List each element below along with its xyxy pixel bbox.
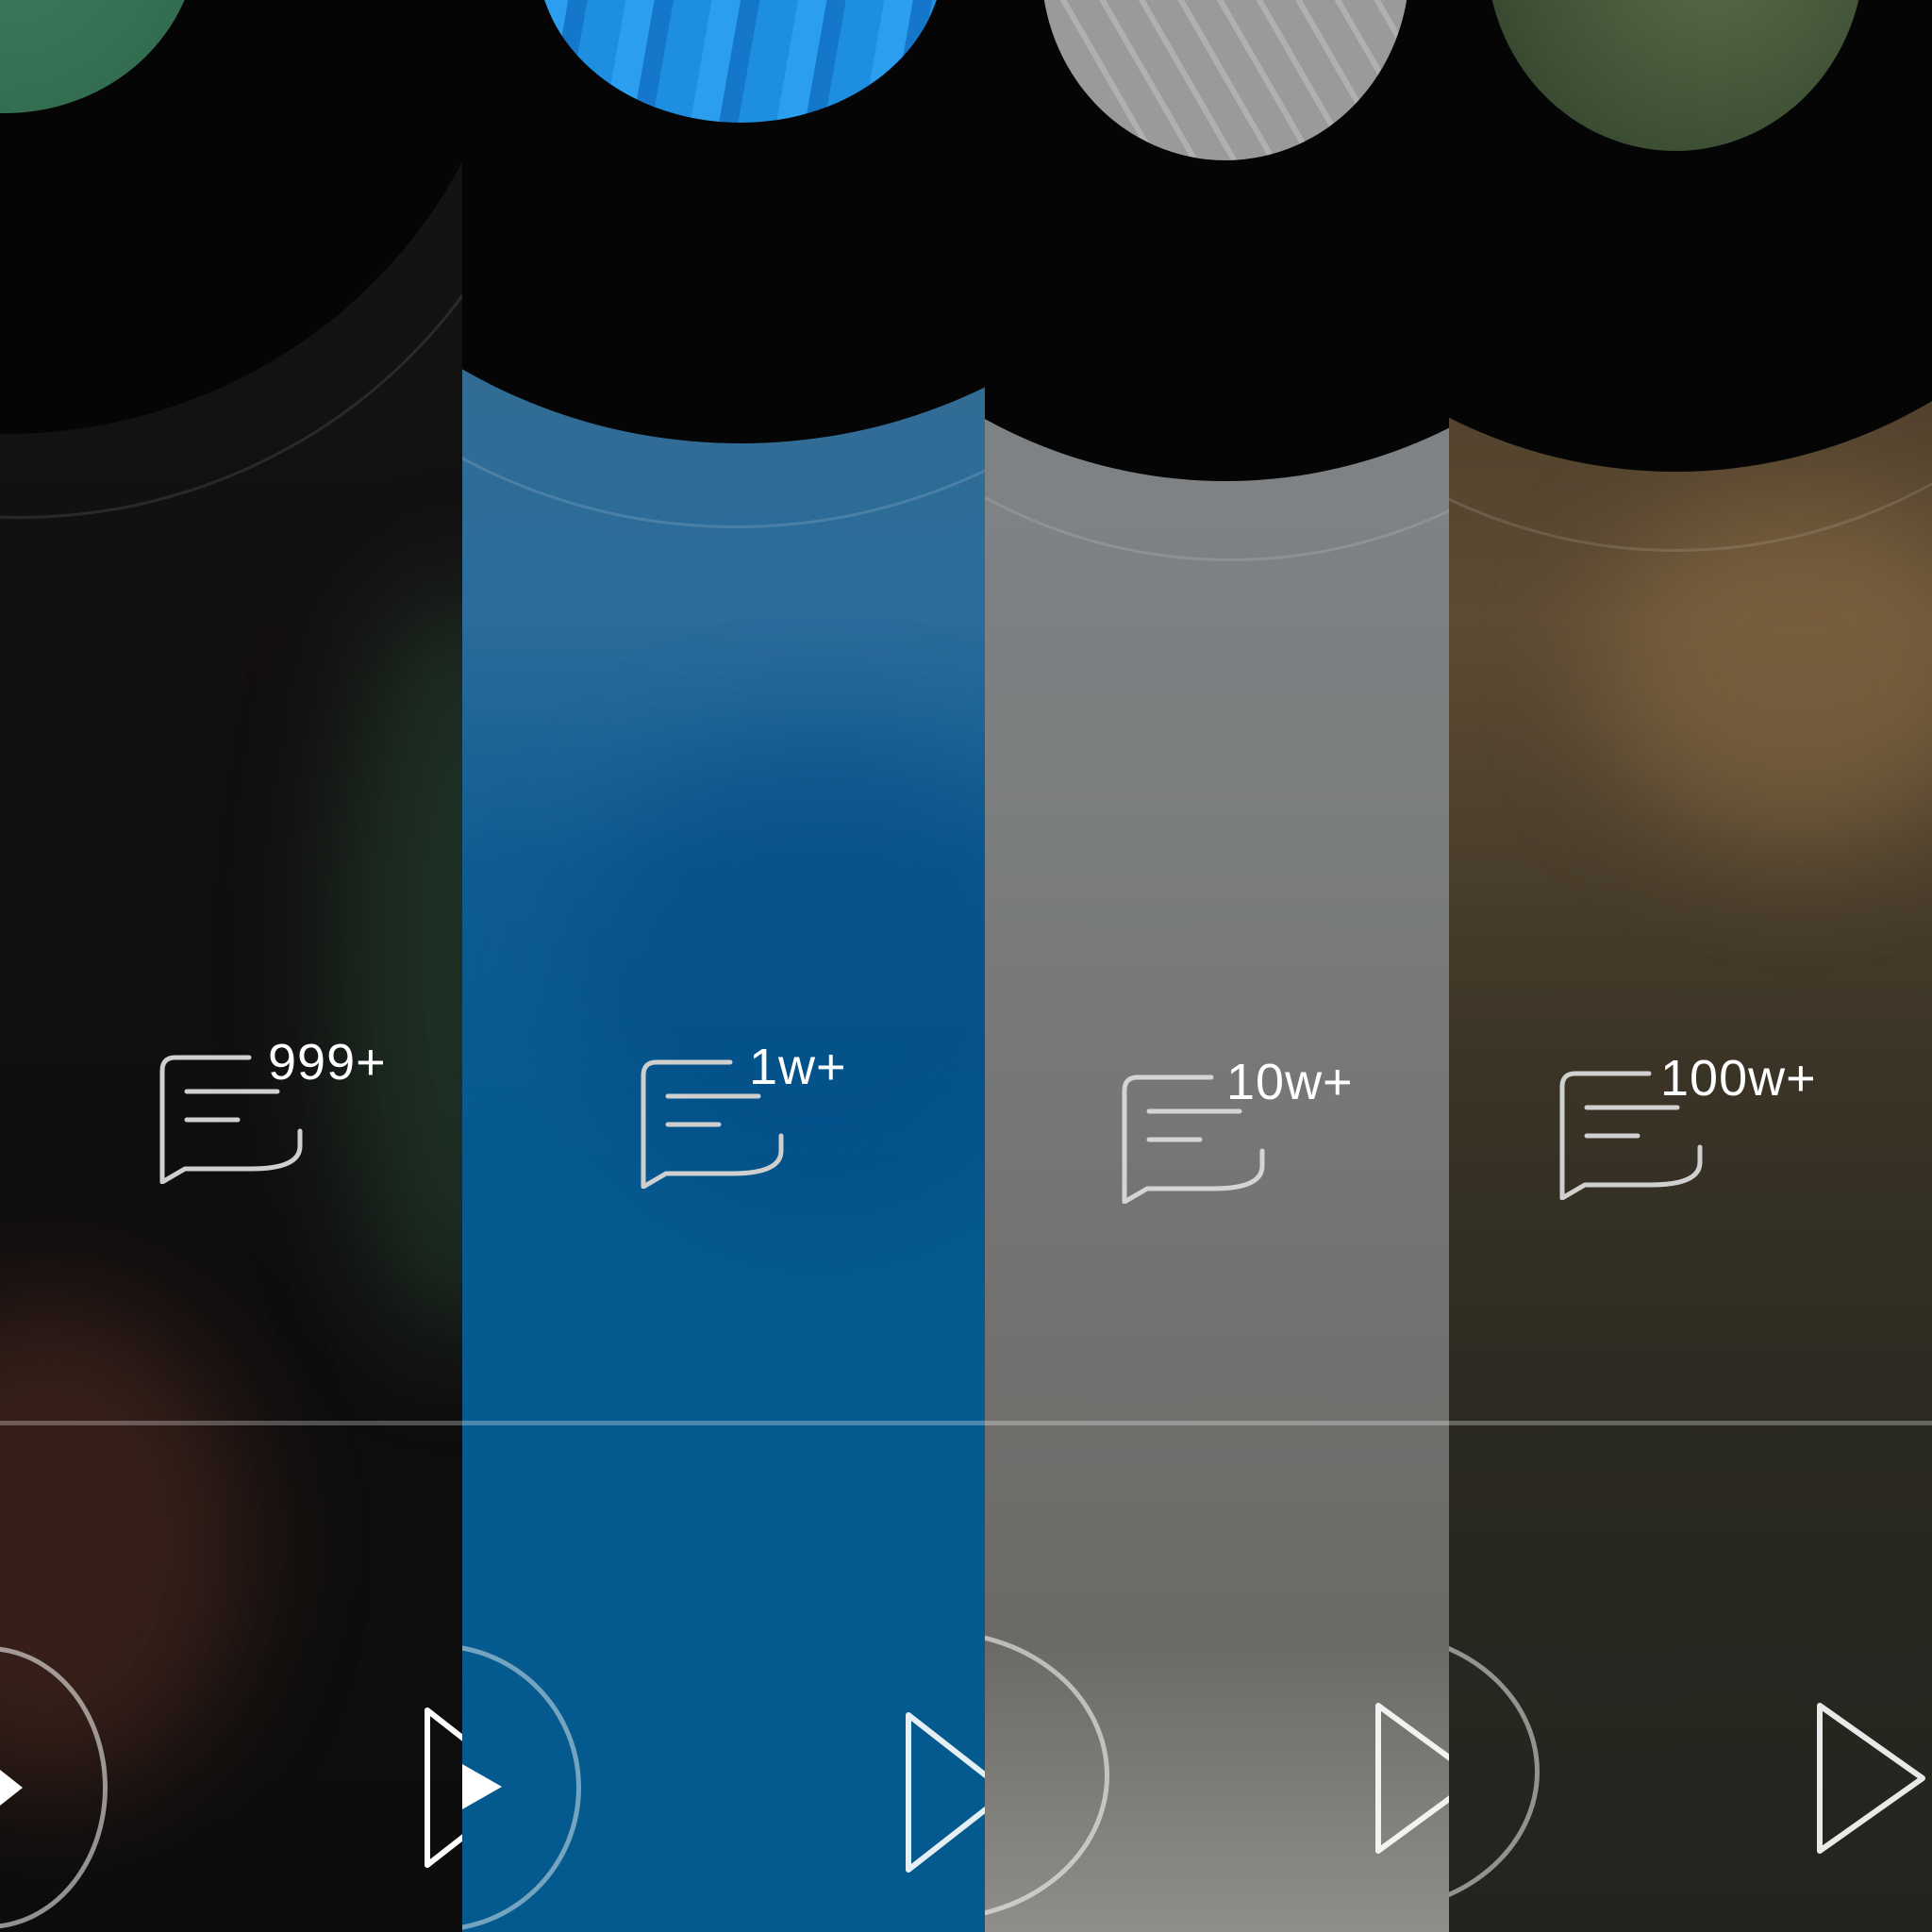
progress-track[interactable]	[462, 1421, 985, 1425]
next-track-icon[interactable]	[904, 1707, 985, 1877]
next-track-icon[interactable]	[423, 1703, 462, 1873]
comment-count: 10w+	[1226, 1054, 1354, 1110]
comment-count: 1w+	[749, 1039, 847, 1095]
album-art-disc	[1449, 0, 1932, 472]
album-art-disc	[462, 0, 985, 443]
player-panel-3: 10w+	[985, 0, 1449, 1932]
progress-track[interactable]	[1449, 1421, 1932, 1425]
comment-button[interactable]: 1w+	[640, 1038, 904, 1189]
play-button[interactable]	[985, 1630, 1109, 1921]
comment-button[interactable]: 100w+	[1558, 1049, 1823, 1200]
album-art-disc	[985, 0, 1449, 481]
next-track-icon[interactable]	[1815, 1698, 1932, 1858]
play-button[interactable]	[1449, 1630, 1540, 1913]
comment-count: 100w+	[1660, 1050, 1817, 1107]
comment-count: 999+	[268, 1034, 387, 1091]
player-panel-4: 100w+	[1449, 0, 1932, 1932]
comment-button[interactable]: 999+	[158, 1033, 423, 1184]
progress-track[interactable]	[0, 1421, 462, 1425]
play-icon[interactable]	[0, 1764, 28, 1811]
progress-track[interactable]	[985, 1421, 1449, 1425]
comment-button[interactable]: 10w+	[1121, 1053, 1385, 1204]
next-track-icon[interactable]	[1374, 1698, 1449, 1858]
play-icon[interactable]	[462, 1762, 506, 1811]
player-panel-2: 1w+	[462, 0, 985, 1932]
player-panel-1: 999+	[0, 0, 462, 1932]
